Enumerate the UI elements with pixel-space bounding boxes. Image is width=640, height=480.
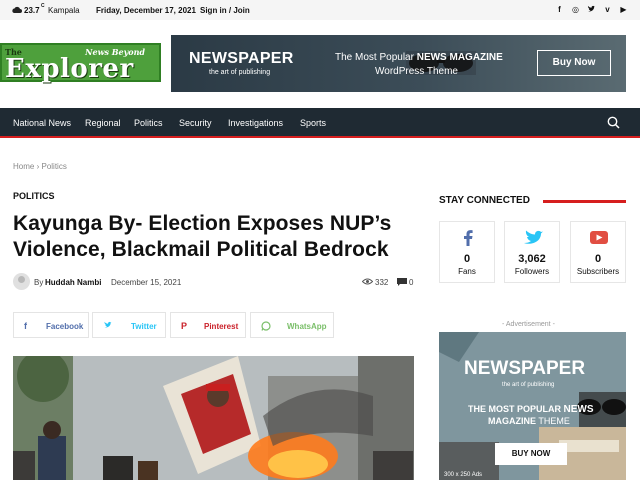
sidebar-ad-brand-tag: the art of publishing — [502, 382, 555, 388]
top-bar: 23.7 C Kampala Friday, December 17, 2021… — [0, 0, 640, 20]
twitter-icon — [104, 321, 112, 328]
social-counter-facebook[interactable]: 0 Fans — [439, 221, 495, 283]
share-pinterest-button[interactable]: P Pinterest — [170, 312, 246, 338]
instagram-icon[interactable]: ◎ — [571, 5, 580, 14]
banner-brand: NEWSPAPER — [189, 50, 294, 67]
sidebar-ad-subtext: 300 x 250 Ads — [444, 472, 483, 478]
author-name[interactable]: Huddah Nambi — [45, 278, 101, 287]
article-category[interactable]: POLITICS — [13, 191, 55, 201]
youtube-subscribers-count: 0 — [594, 253, 602, 265]
facebook-icon: f — [24, 321, 27, 331]
article-title: Kayunga By- Election Exposes NUP’s Viole… — [13, 212, 392, 261]
breadcrumb-home[interactable]: Home — [13, 162, 34, 171]
twitter-followers-count: 3,062 — [518, 253, 546, 265]
banner-buy-now-button[interactable]: Buy Now — [537, 50, 611, 76]
whatsapp-icon — [261, 321, 271, 331]
advertisement-label: - Advertisement - — [502, 321, 555, 328]
article-featured-image — [13, 356, 414, 480]
social-counter-twitter[interactable]: 3,062 Followers — [504, 221, 560, 283]
breadcrumb: Home › Politics — [13, 162, 67, 171]
search-icon[interactable] — [607, 116, 620, 129]
header-banner-ad[interactable]: NEWSPAPER the art of publishing The Most… — [171, 35, 626, 92]
breadcrumb-separator: › — [36, 162, 40, 171]
site-logo[interactable]: The News Beyond Explorer — [0, 43, 161, 84]
youtube-icon — [590, 231, 608, 244]
facebook-fans-count: 0 — [463, 253, 471, 265]
top-social-links: f ◎ v ▶ — [555, 5, 628, 14]
facebook-icon[interactable]: f — [555, 5, 564, 14]
publish-date: December 15, 2021 — [111, 278, 182, 287]
protest-photo — [13, 356, 414, 480]
cloud-icon — [12, 6, 22, 13]
twitter-icon[interactable] — [587, 5, 596, 14]
share-facebook-button[interactable]: f Facebook — [13, 312, 89, 338]
comment-count[interactable]: 0 — [409, 278, 413, 287]
eye-icon — [362, 278, 373, 285]
comment-icon — [397, 278, 407, 286]
logo-name: Explorer — [5, 54, 134, 84]
sidebar-ad-line-1: THE MOST POPULAR NEWS — [468, 404, 594, 415]
share-pinterest-label: Pinterest — [204, 322, 239, 331]
twitter-followers-label: Followers — [514, 267, 550, 276]
author-avatar[interactable] — [13, 273, 30, 290]
signin-link[interactable]: Sign in / Join — [200, 6, 250, 15]
location: Kampala — [48, 6, 80, 15]
sidebar-ad-brand: NEWSPAPER — [464, 358, 586, 379]
facebook-icon — [464, 230, 473, 246]
youtube-icon[interactable]: ▶ — [619, 5, 628, 14]
nav-item-investigations[interactable]: Investigations — [228, 118, 283, 128]
share-whatsapp-label: WhatsApp — [287, 322, 327, 331]
by-label: By — [34, 278, 44, 287]
stay-connected-heading: STAY CONNECTED — [439, 195, 530, 206]
sidebar-ad[interactable]: NEWSPAPER the art of publishing THE MOST… — [439, 332, 626, 480]
heading-accent-line — [543, 200, 626, 203]
banner-line-1: The Most Popular NEWS MAGAZINE — [335, 52, 503, 63]
facebook-fans-label: Fans — [458, 267, 476, 276]
youtube-subscribers-label: Subscribers — [576, 267, 620, 276]
breadcrumb-current[interactable]: Politics — [41, 162, 66, 171]
temperature-unit: C — [41, 3, 45, 9]
pinterest-icon: P — [181, 321, 188, 331]
vimeo-icon[interactable]: v — [603, 5, 612, 14]
social-counter-youtube[interactable]: 0 Subscribers — [570, 221, 626, 283]
sidebar-ad-line-2: MAGAZINE THEME — [488, 416, 570, 426]
share-twitter-button[interactable]: Twitter — [92, 312, 166, 338]
current-date: Friday, December 17, 2021 — [96, 6, 196, 15]
share-twitter-label: Twitter — [131, 322, 157, 331]
twitter-icon — [524, 230, 543, 244]
article-byline: By Huddah Nambi December 15, 2021 332 0 — [13, 273, 423, 291]
sidebar-ad-buy-now-button[interactable]: BUY NOW — [495, 443, 567, 465]
share-facebook-label: Facebook — [46, 322, 84, 331]
banner-line-2: WordPress Theme — [375, 66, 458, 77]
banner-brand-tag: the art of publishing — [209, 69, 271, 76]
nav-item-politics[interactable]: Politics — [134, 118, 163, 128]
temperature: 23.7 — [24, 6, 40, 15]
main-navigation: National News Regional Politics Security… — [0, 108, 640, 138]
nav-item-security[interactable]: Security — [179, 118, 212, 128]
share-whatsapp-button[interactable]: WhatsApp — [250, 312, 334, 338]
view-count: 332 — [375, 278, 389, 287]
nav-item-sports[interactable]: Sports — [300, 118, 326, 128]
nav-item-regional[interactable]: Regional — [85, 118, 121, 128]
nav-item-national-news[interactable]: National News — [13, 118, 71, 128]
